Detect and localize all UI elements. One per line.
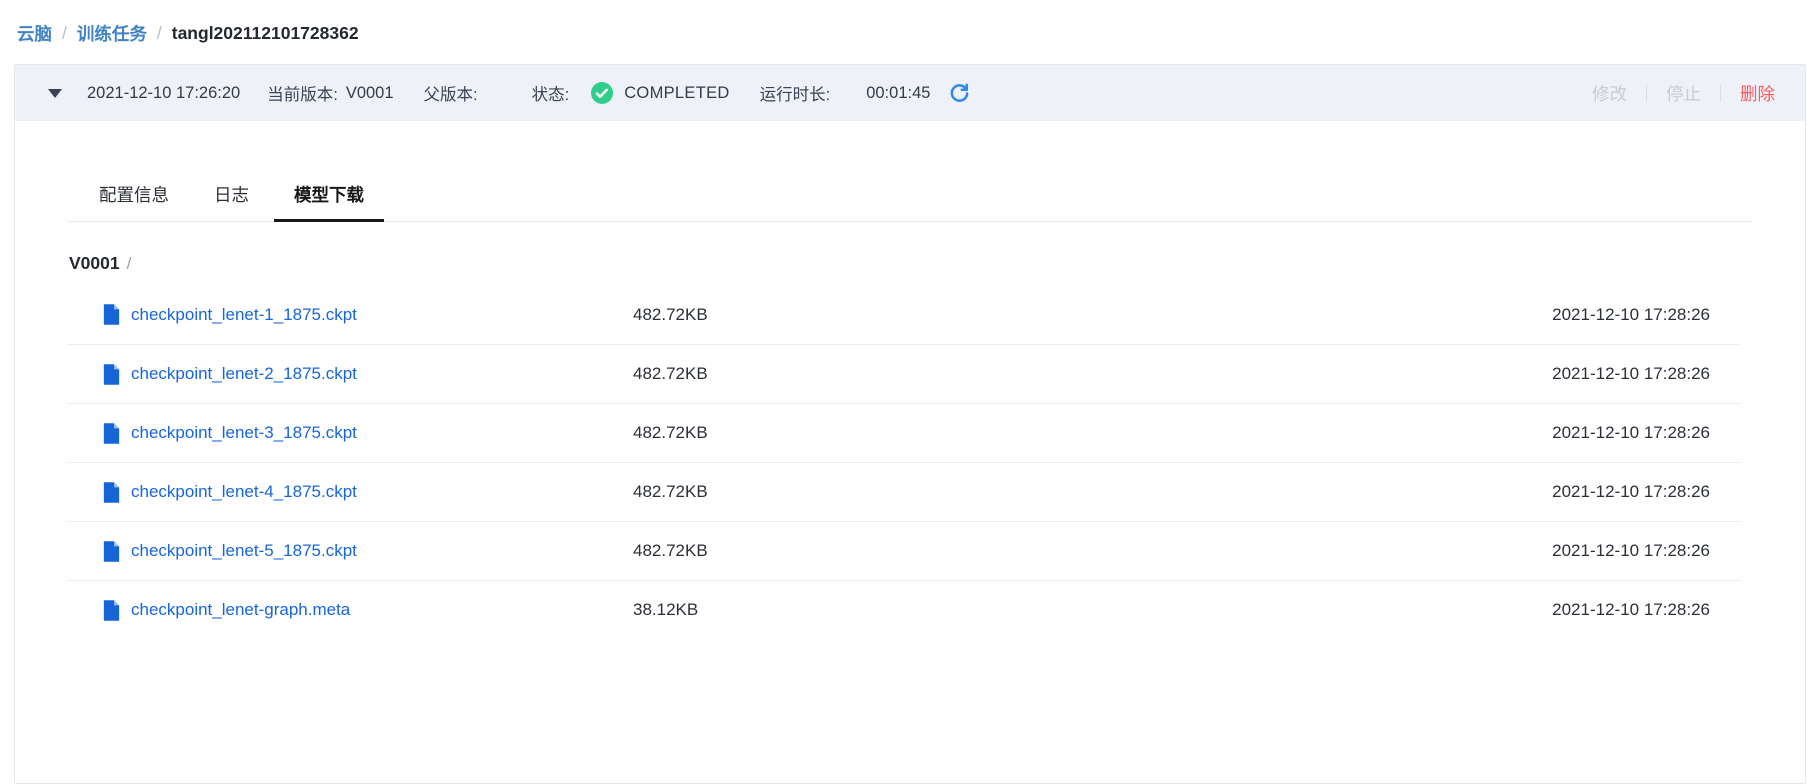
tab-config-info[interactable]: 配置信息 <box>79 168 189 221</box>
table-row: checkpoint_lenet-3_1875.ckpt 482.72KB 20… <box>67 403 1740 462</box>
tab-content-area: 配置信息 日志 模型下载 V0001 / checkpoint_lenet-1_1… <box>15 168 1805 639</box>
file-size: 482.72KB <box>633 305 1053 325</box>
file-modified-time: 2021-12-10 17:28:26 <box>1053 600 1740 620</box>
table-row: checkpoint_lenet-4_1875.ckpt 482.72KB 20… <box>67 462 1740 521</box>
duration-value: 00:01:45 <box>866 84 930 103</box>
breadcrumb-separator: / <box>62 23 67 44</box>
table-row: checkpoint_lenet-graph.meta 38.12KB 2021… <box>67 580 1740 639</box>
tab-model-download[interactable]: 模型下载 <box>274 168 384 221</box>
file-download-link[interactable]: checkpoint_lenet-3_1875.ckpt <box>131 423 357 443</box>
delete-button[interactable]: 删除 <box>1740 81 1775 106</box>
file-icon <box>103 600 120 621</box>
file-icon <box>103 364 120 385</box>
file-download-link[interactable]: checkpoint_lenet-graph.meta <box>131 600 350 620</box>
file-size: 482.72KB <box>633 423 1053 443</box>
file-icon <box>103 482 120 503</box>
file-name-cell: checkpoint_lenet-3_1875.ckpt <box>67 423 633 444</box>
current-version-label: 当前版本: <box>267 81 338 105</box>
modify-button[interactable]: 修改 <box>1592 81 1627 106</box>
breadcrumb-link-training-tasks[interactable]: 训练任务 <box>77 21 147 46</box>
refresh-icon[interactable] <box>948 82 971 105</box>
file-modified-time: 2021-12-10 17:28:26 <box>1053 305 1740 325</box>
file-modified-time: 2021-12-10 17:28:26 <box>1053 482 1740 502</box>
action-divider <box>1646 85 1647 102</box>
file-icon <box>103 541 120 562</box>
file-name-cell: checkpoint_lenet-4_1875.ckpt <box>67 482 633 503</box>
file-size: 482.72KB <box>633 364 1053 384</box>
parent-version-label: 父版本: <box>424 81 478 105</box>
current-version-value: V0001 <box>346 84 394 103</box>
breadcrumb-separator: / <box>157 23 162 44</box>
file-size: 482.72KB <box>633 482 1053 502</box>
path-separator: / <box>127 254 132 273</box>
stop-button[interactable]: 停止 <box>1666 81 1701 106</box>
file-modified-time: 2021-12-10 17:28:26 <box>1053 423 1740 443</box>
tab-logs[interactable]: 日志 <box>194 168 269 221</box>
job-created-time: 2021-12-10 17:26:20 <box>87 84 240 103</box>
status-badge: COMPLETED <box>624 84 729 103</box>
breadcrumb: 云脑 / 训练任务 / tangl202112101728362 <box>0 0 1819 46</box>
file-name-cell: checkpoint_lenet-2_1875.ckpt <box>67 364 633 385</box>
task-detail-card: 2021-12-10 17:26:20 当前版本: V0001 父版本: 状态:… <box>14 64 1806 784</box>
file-icon <box>103 423 120 444</box>
file-name-cell: checkpoint_lenet-graph.meta <box>67 600 633 621</box>
table-row: checkpoint_lenet-1_1875.ckpt 482.72KB 20… <box>67 285 1740 344</box>
file-download-link[interactable]: checkpoint_lenet-5_1875.ckpt <box>131 541 357 561</box>
job-version-header: 2021-12-10 17:26:20 当前版本: V0001 父版本: 状态:… <box>15 65 1805 121</box>
table-row: checkpoint_lenet-5_1875.ckpt 482.72KB 20… <box>67 521 1740 580</box>
table-row: checkpoint_lenet-2_1875.ckpt 482.72KB 20… <box>67 344 1740 403</box>
tab-bar: 配置信息 日志 模型下载 <box>67 168 1753 222</box>
file-modified-time: 2021-12-10 17:28:26 <box>1053 541 1740 561</box>
file-modified-time: 2021-12-10 17:28:26 <box>1053 364 1740 384</box>
job-actions: 修改 停止 删除 <box>1592 81 1775 106</box>
check-circle-icon <box>590 81 614 105</box>
breadcrumb-current-task: tangl202112101728362 <box>172 23 359 44</box>
file-download-link[interactable]: checkpoint_lenet-2_1875.ckpt <box>131 364 357 384</box>
breadcrumb-link-cloudbrain[interactable]: 云脑 <box>17 21 52 46</box>
file-download-link[interactable]: checkpoint_lenet-4_1875.ckpt <box>131 482 357 502</box>
model-path-row: V0001 / <box>67 253 1753 274</box>
file-name-cell: checkpoint_lenet-5_1875.ckpt <box>67 541 633 562</box>
action-divider <box>1720 85 1721 102</box>
status-label: 状态: <box>532 81 570 105</box>
model-file-table: checkpoint_lenet-1_1875.ckpt 482.72KB 20… <box>67 285 1740 639</box>
caret-down-icon[interactable] <box>48 89 62 98</box>
file-size: 482.72KB <box>633 541 1053 561</box>
file-name-cell: checkpoint_lenet-1_1875.ckpt <box>67 304 633 325</box>
file-download-link[interactable]: checkpoint_lenet-1_1875.ckpt <box>131 305 357 325</box>
file-size: 38.12KB <box>633 600 1053 620</box>
file-icon <box>103 304 120 325</box>
path-version-link[interactable]: V0001 <box>69 253 120 273</box>
duration-label: 运行时长: <box>760 81 831 105</box>
